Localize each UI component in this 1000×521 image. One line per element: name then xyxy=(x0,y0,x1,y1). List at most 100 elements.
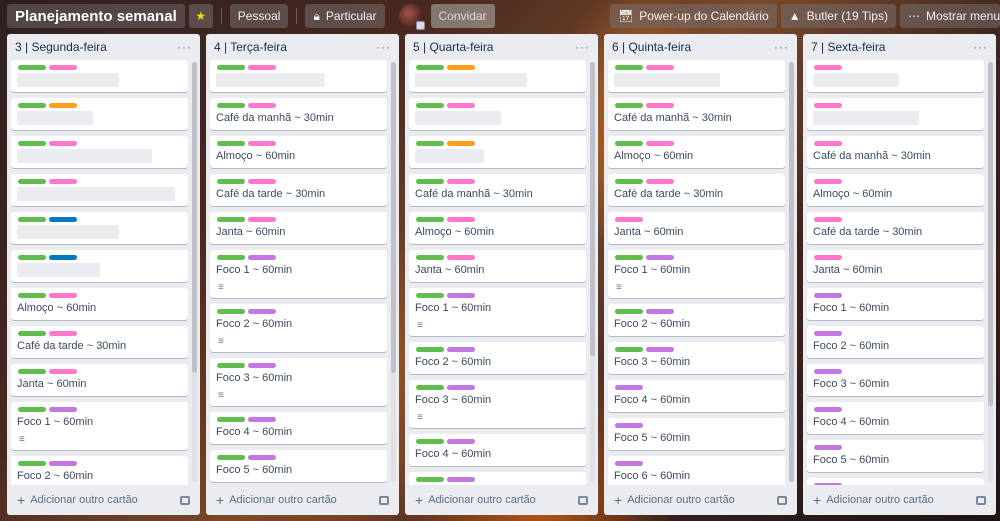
card-template-icon[interactable] xyxy=(777,495,787,505)
card[interactable]: Foco 3 ~ 60min ≡ xyxy=(409,380,586,428)
card[interactable]: Foco 5 ~ 60min xyxy=(807,440,984,472)
butler-button[interactable]: ▲ Butler (19 Tips) xyxy=(780,4,896,28)
label-pink[interactable] xyxy=(814,141,842,146)
card[interactable] xyxy=(608,60,785,92)
label-pink[interactable] xyxy=(814,179,842,184)
label-green[interactable] xyxy=(217,255,245,260)
card[interactable]: Foco 1 ~ 60min xyxy=(807,288,984,320)
label-green[interactable] xyxy=(416,439,444,444)
label-pink[interactable] xyxy=(248,141,276,146)
label-green[interactable] xyxy=(416,477,444,482)
card[interactable]: Foco 1 ~ 60min ≡ xyxy=(608,250,785,298)
label-purple[interactable] xyxy=(615,461,643,466)
label-green[interactable] xyxy=(416,141,444,146)
team-button[interactable]: Pessoal xyxy=(229,4,289,28)
label-green[interactable] xyxy=(18,179,46,184)
list-menu-icon[interactable]: ··· xyxy=(575,40,590,54)
add-card-button[interactable]: + Adicionar outro cartão xyxy=(216,492,337,508)
label-green[interactable] xyxy=(18,141,46,146)
label-pink[interactable] xyxy=(49,179,77,184)
label-pink[interactable] xyxy=(49,293,77,298)
add-card-button[interactable]: + Adicionar outro cartão xyxy=(614,492,735,508)
label-pink[interactable] xyxy=(49,331,77,336)
scrollbar-thumb[interactable] xyxy=(789,62,794,482)
label-pink[interactable] xyxy=(615,217,643,222)
label-green[interactable] xyxy=(18,103,46,108)
card[interactable]: Almoço ~ 60min xyxy=(11,288,188,320)
card[interactable]: Janta ~ 60min xyxy=(210,212,387,244)
add-card-button[interactable]: + Adicionar outro cartão xyxy=(415,492,536,508)
label-green[interactable] xyxy=(416,217,444,222)
label-green[interactable] xyxy=(217,103,245,108)
card[interactable]: Foco 2 ~ 60min xyxy=(409,342,586,374)
label-pink[interactable] xyxy=(248,179,276,184)
label-green[interactable] xyxy=(217,217,245,222)
list-scrollbar[interactable] xyxy=(988,62,993,482)
list-title[interactable]: 5 | Quarta-feira xyxy=(413,40,493,54)
label-purple[interactable] xyxy=(615,385,643,390)
label-pink[interactable] xyxy=(49,369,77,374)
label-purple[interactable] xyxy=(49,407,77,412)
label-purple[interactable] xyxy=(248,363,276,368)
star-button[interactable]: ★ xyxy=(188,4,213,28)
label-green[interactable] xyxy=(217,141,245,146)
card[interactable] xyxy=(210,60,387,92)
label-purple[interactable] xyxy=(814,483,842,485)
list-menu-icon[interactable]: ··· xyxy=(177,40,192,54)
label-purple[interactable] xyxy=(447,439,475,444)
label-purple[interactable] xyxy=(447,347,475,352)
label-purple[interactable] xyxy=(814,331,842,336)
label-purple[interactable] xyxy=(447,477,475,482)
card-template-icon[interactable] xyxy=(180,495,190,505)
card[interactable]: Foco 2 ~ 60min xyxy=(807,326,984,358)
label-green[interactable] xyxy=(18,407,46,412)
label-green[interactable] xyxy=(217,309,245,314)
label-purple[interactable] xyxy=(646,309,674,314)
card[interactable]: Foco 4 ~ 60min xyxy=(409,434,586,466)
card[interactable] xyxy=(409,60,586,92)
label-pink[interactable] xyxy=(646,103,674,108)
label-purple[interactable] xyxy=(447,293,475,298)
card[interactable] xyxy=(11,98,188,130)
card[interactable]: Café da tarde ~ 30min xyxy=(807,212,984,244)
label-pink[interactable] xyxy=(447,217,475,222)
scrollbar-thumb[interactable] xyxy=(391,62,396,373)
visibility-button[interactable]: 🔒︎ Particular xyxy=(305,4,385,28)
label-orange[interactable] xyxy=(447,141,475,146)
card[interactable]: Café da manhã ~ 30min xyxy=(807,136,984,168)
card[interactable]: Foco 1 ~ 60min ≡ xyxy=(210,250,387,298)
label-green[interactable] xyxy=(416,65,444,70)
card[interactable]: Foco 5 ~ 60min xyxy=(608,418,785,450)
label-green[interactable] xyxy=(615,65,643,70)
card[interactable]: Janta ~ 60min xyxy=(807,250,984,282)
card[interactable]: Almoço ~ 60min xyxy=(409,212,586,244)
card[interactable]: Café da manhã ~ 30min xyxy=(608,98,785,130)
card[interactable]: Foco 4 ~ 60min xyxy=(608,380,785,412)
member-avatar[interactable] xyxy=(398,4,425,30)
label-green[interactable] xyxy=(615,347,643,352)
card[interactable]: Janta ~ 60min xyxy=(11,364,188,396)
label-green[interactable] xyxy=(615,309,643,314)
label-pink[interactable] xyxy=(248,103,276,108)
label-green[interactable] xyxy=(217,417,245,422)
invite-button[interactable]: Convidar xyxy=(430,4,495,28)
label-green[interactable] xyxy=(615,179,643,184)
add-card-button[interactable]: + Adicionar outro cartão xyxy=(17,492,138,508)
board-title[interactable]: Planejamento semanal xyxy=(7,4,185,28)
card-template-icon[interactable] xyxy=(578,495,588,505)
card[interactable] xyxy=(11,212,188,244)
label-green[interactable] xyxy=(416,103,444,108)
card[interactable] xyxy=(11,60,188,92)
label-pink[interactable] xyxy=(49,141,77,146)
card[interactable]: Foco 4 ~ 60min xyxy=(807,402,984,434)
card[interactable]: Foco 3 ~ 60min xyxy=(608,342,785,374)
card[interactable]: Foco 5 ~ 60min xyxy=(409,472,586,485)
label-purple[interactable] xyxy=(814,407,842,412)
list-scrollbar[interactable] xyxy=(391,62,396,482)
card[interactable]: Café da tarde ~ 30min xyxy=(210,174,387,206)
card[interactable] xyxy=(807,60,984,92)
card[interactable]: Foco 3 ~ 60min ≡ xyxy=(210,358,387,406)
list-title[interactable]: 4 | Terça-feira xyxy=(214,40,287,54)
card[interactable]: Janta ~ 60min xyxy=(409,250,586,282)
label-pink[interactable] xyxy=(646,65,674,70)
